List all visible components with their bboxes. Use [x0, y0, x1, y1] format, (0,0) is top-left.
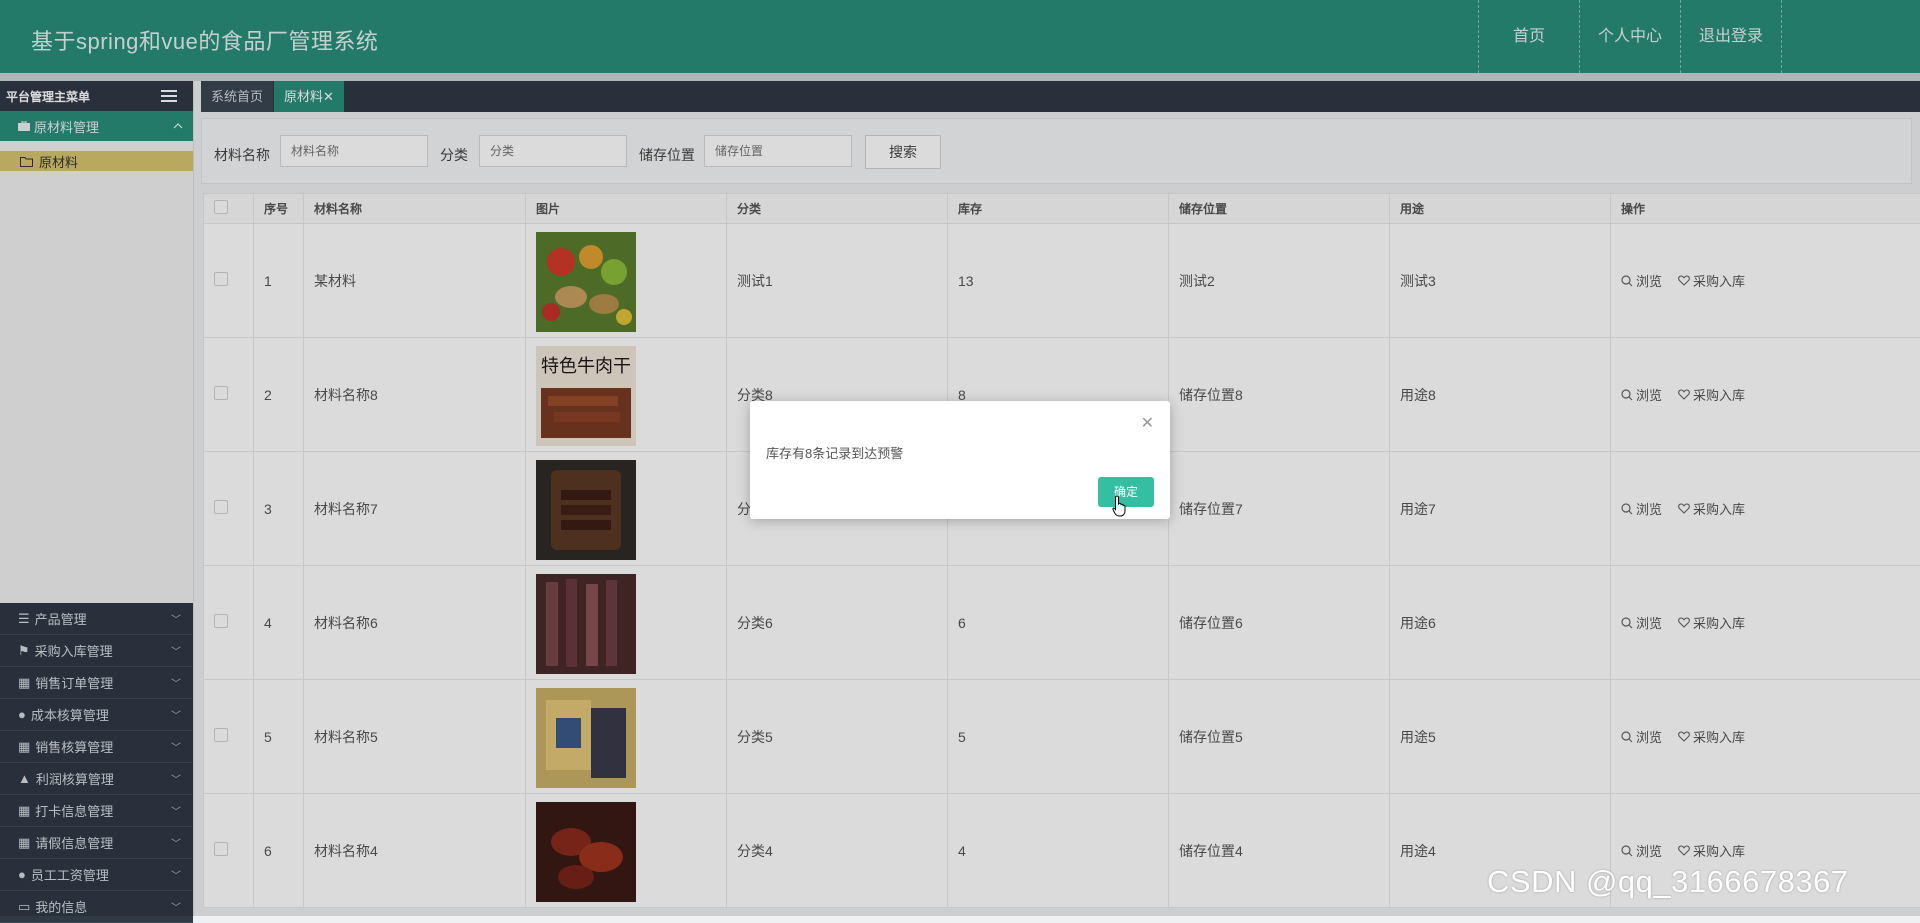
alert-dialog: ✕ 库存有8条记录到达预警 确定 — [750, 401, 1170, 519]
watermark: CSDN @qq_3166678367 — [1487, 864, 1849, 900]
hand-cursor-icon — [1112, 495, 1128, 517]
dialog-message: 库存有8条记录到达预警 — [766, 443, 903, 462]
close-icon[interactable]: ✕ — [1141, 413, 1154, 433]
